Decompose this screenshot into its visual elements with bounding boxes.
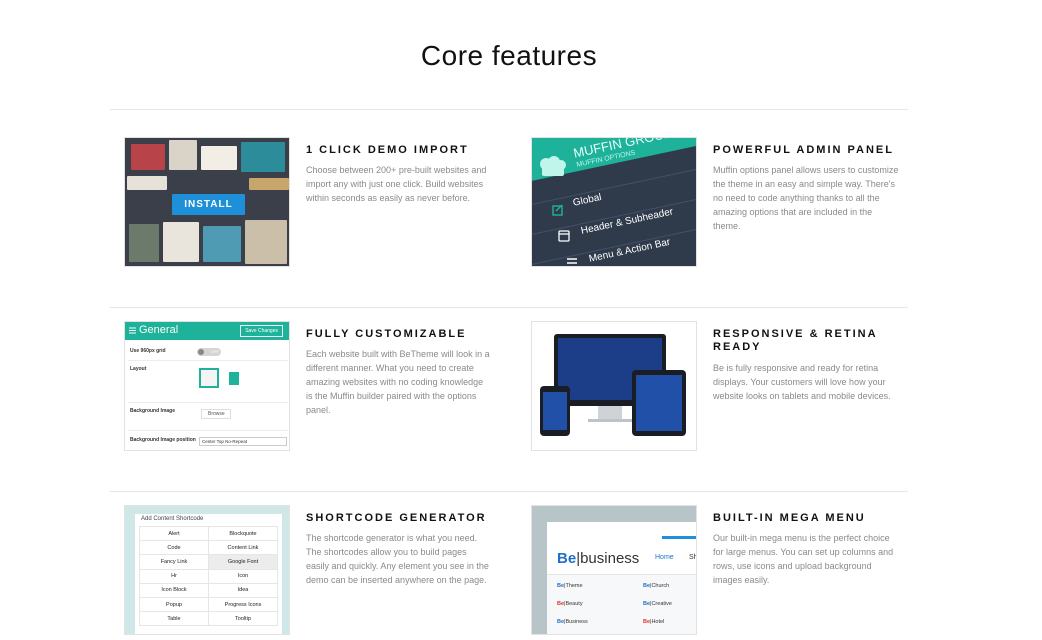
phone-device xyxy=(540,386,570,436)
mega-menu-item[interactable]: Be|Creative xyxy=(643,601,672,607)
browse-button[interactable]: Browse xyxy=(201,409,231,419)
customizable-thumbnail[interactable]: General Save Changes Use 960px grid OFF … xyxy=(124,321,290,451)
shortcode-cell[interactable]: Icon xyxy=(208,568,278,584)
shortcode-cell[interactable]: Tooltip xyxy=(208,611,278,627)
mega-menu-item[interactable]: Be|Hotel xyxy=(643,619,664,625)
menu-item-action-bar[interactable]: Menu & Action Bar xyxy=(588,237,671,265)
edit-icon xyxy=(552,204,563,216)
feature-title: 1 CLICK DEMO IMPORT xyxy=(306,144,469,156)
feature-demo-import: INSTALL 1 CLICK DEMO IMPORT Choose betwe… xyxy=(124,137,524,267)
shortcode-panel-title: Add Content Shortcode xyxy=(141,516,204,522)
page-title: Core features xyxy=(420,40,598,71)
shortcode-cell[interactable]: Content Link xyxy=(208,540,278,556)
feature-customizable: General Save Changes Use 960px grid OFF … xyxy=(124,321,524,451)
install-button[interactable]: INSTALL xyxy=(172,194,245,215)
option-divider xyxy=(128,430,288,431)
monitor-base xyxy=(588,419,632,422)
mega-menu-card: Be|business Home Sh Be|Theme Be|Church B… xyxy=(547,522,696,634)
shortcode-cell[interactable]: Alert xyxy=(139,525,209,542)
menu-divider xyxy=(532,224,696,266)
shortcode-cell[interactable]: Fancy Link xyxy=(139,554,209,570)
active-tab-indicator xyxy=(662,536,696,539)
feature-description: Choose between 200+ pre-built websites a… xyxy=(306,165,487,203)
option-label: Use 960px grid xyxy=(130,348,166,354)
layout-boxed-option[interactable] xyxy=(229,372,239,385)
shortcode-cell[interactable]: Blockquote xyxy=(208,525,278,542)
shortcode-panel: Add Content Shortcode Alert Blockquote Co… xyxy=(135,514,282,634)
shortcode-cell[interactable]: Table xyxy=(139,611,209,627)
window-icon xyxy=(558,230,570,242)
layout-fullwidth-option[interactable] xyxy=(199,368,219,388)
mega-menu-item[interactable]: Be|Business xyxy=(557,619,588,625)
muffin-logo-icon xyxy=(540,156,566,176)
shortcode-cell[interactable]: Popup xyxy=(139,596,209,613)
mega-menu-item[interactable]: Be|Beauty xyxy=(557,601,583,607)
feature-description: The shortcode generator is what you need… xyxy=(306,533,489,585)
nav-sh[interactable]: Sh xyxy=(689,554,696,561)
feature-description: Be is fully responsive and ready for ret… xyxy=(713,363,891,401)
shortcode-table: Alert Blockquote Code Content Link Fancy L… xyxy=(139,525,278,627)
section-divider xyxy=(110,307,908,308)
option-label: Layout xyxy=(130,366,147,372)
responsive-thumbnail[interactable] xyxy=(531,321,697,451)
save-changes-button[interactable]: Save Changes xyxy=(240,325,283,337)
option-divider xyxy=(128,402,288,403)
feature-admin-panel: MUFFIN GROUP MUFFIN OPTIONS Global Heade… xyxy=(531,137,931,267)
options-header-title: General xyxy=(139,324,179,336)
feature-responsive: RESPONSIVE & RETINA READY Be is fully re… xyxy=(531,321,931,451)
nav-home[interactable]: Home xyxy=(655,554,674,561)
toggle-label: OFF xyxy=(211,349,219,354)
demo-import-thumbnail[interactable]: INSTALL xyxy=(124,137,290,267)
option-label: Background Image position xyxy=(130,437,196,443)
monitor-stand xyxy=(598,406,622,420)
option-label: Background Image xyxy=(130,408,176,414)
section-divider xyxy=(110,491,908,492)
shortcode-thumbnail[interactable]: Add Content Shortcode Alert Blockquote Co… xyxy=(124,505,290,635)
feature-shortcode: Add Content Shortcode Alert Blockquote Co… xyxy=(124,505,524,635)
shortcode-cell[interactable]: Hr xyxy=(139,568,209,584)
shortcode-cell[interactable]: Icon Block xyxy=(139,582,209,598)
section-divider xyxy=(110,109,908,110)
feature-title: POWERFUL ADMIN PANEL xyxy=(713,144,894,156)
feature-title: FULLY CUSTOMIZABLE xyxy=(306,328,467,340)
feature-title: RESPONSIVE & RETINA READY xyxy=(713,328,878,353)
brand-logo: Be|business xyxy=(557,550,640,567)
admin-panel-thumbnail[interactable]: MUFFIN GROUP MUFFIN OPTIONS Global Heade… xyxy=(531,137,697,267)
feature-mega-menu: Be|business Home Sh Be|Theme Be|Church B… xyxy=(531,505,931,635)
shortcode-cell[interactable]: Google Font xyxy=(208,554,278,570)
tablet-device xyxy=(632,370,686,436)
mega-menu-thumbnail[interactable]: Be|business Home Sh Be|Theme Be|Church B… xyxy=(531,505,697,635)
feature-description: Our built-in mega menu is the perfect ch… xyxy=(713,533,894,585)
shortcode-cell[interactable]: Progress Icons xyxy=(208,596,278,613)
shortcode-cell[interactable]: Code xyxy=(139,540,209,556)
mega-menu-dropdown: Be|Theme Be|Church Be|Beauty Be|Creative… xyxy=(547,574,696,634)
feature-description: Muffin options panel allows users to cus… xyxy=(713,165,899,231)
option-divider xyxy=(128,360,288,361)
shortcode-cell[interactable]: Idea xyxy=(208,582,278,598)
menu-icon xyxy=(129,327,136,334)
mega-menu-item[interactable]: Be|Church xyxy=(643,583,669,589)
feature-title: SHORTCODE GENERATOR xyxy=(306,512,487,524)
bg-position-select[interactable]: Center Top No-Repeat xyxy=(199,437,287,446)
mega-menu-item[interactable]: Be|Theme xyxy=(557,583,583,589)
feature-description: Each website built with BeTheme will loo… xyxy=(306,349,490,415)
menu-icon xyxy=(567,258,577,264)
feature-title: BUILT-IN MEGA MENU xyxy=(713,512,866,524)
